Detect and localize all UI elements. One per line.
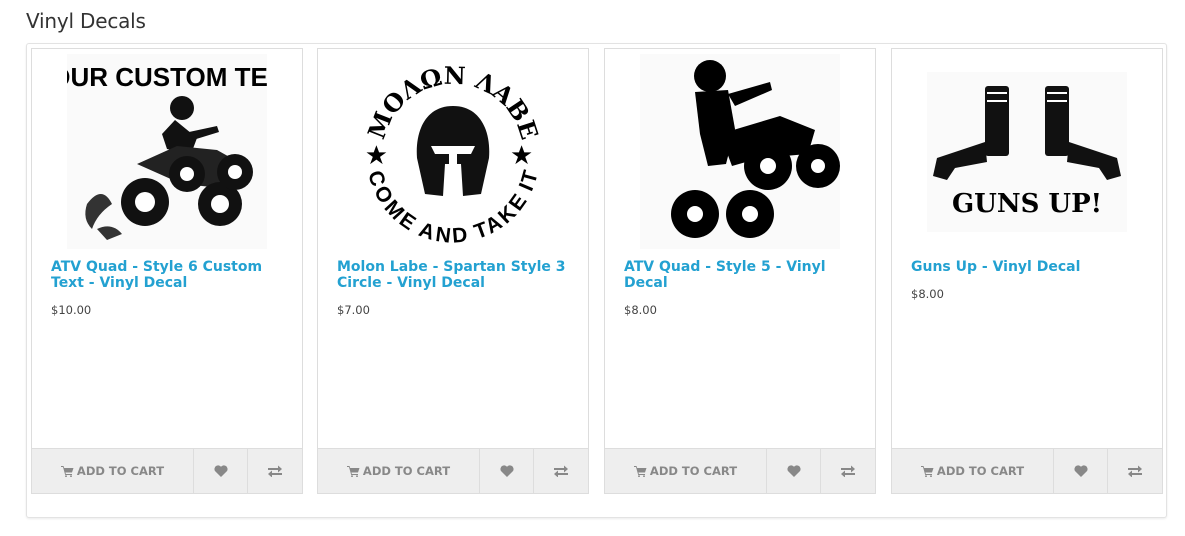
compare-button[interactable] [248, 449, 302, 493]
product-image-guns-up[interactable]: GUNS UP! [892, 49, 1162, 254]
heart-icon [1073, 465, 1088, 477]
shopping-cart-icon [346, 465, 360, 477]
product-price: $8.00 [624, 303, 657, 317]
product-actions: ADD TO CART [892, 448, 1162, 493]
atv-rider-icon: YOUR CUSTOM TEXT [67, 54, 267, 249]
product-card: ATV Quad - Style 5 - Vinyl Decal $8.00 A… [604, 48, 876, 494]
product-price: $10.00 [51, 303, 92, 317]
product-image-atv-quad-custom-text[interactable]: YOUR CUSTOM TEXT [32, 49, 302, 254]
product-actions: ADD TO CART [605, 448, 875, 493]
exchange-icon [841, 465, 855, 477]
exchange-icon [554, 465, 568, 477]
product-actions: ADD TO CART [318, 448, 588, 493]
shopping-cart-icon [60, 465, 74, 477]
product-card: ΜΟΛΩΝ ΛΑΒΕ COME AND TAKE IT Molon Labe -… [317, 48, 589, 494]
compare-button[interactable] [534, 449, 588, 493]
product-card: YOUR CUSTOM TEXT ATV Quad - Style 6 Cust… [31, 48, 303, 494]
add-to-cart-label: ADD TO CART [649, 464, 738, 478]
product-name-link[interactable]: ATV Quad - Style 6 Custom Text - Vinyl D… [51, 259, 291, 291]
add-to-wishlist-button[interactable] [767, 449, 821, 493]
add-to-cart-button[interactable]: ADD TO CART [32, 449, 194, 493]
product-price: $8.00 [911, 287, 944, 301]
svg-text:YOUR CUSTOM TEXT: YOUR CUSTOM TEXT [67, 62, 267, 92]
shopping-cart-icon [920, 465, 934, 477]
product-card: GUNS UP! Guns Up - Vinyl Decal $8.00 ADD… [891, 48, 1163, 494]
add-to-wishlist-button[interactable] [480, 449, 534, 493]
product-name-link[interactable]: ATV Quad - Style 5 - Vinyl Decal [624, 259, 864, 291]
spartan-helmet-icon: ΜΟΛΩΝ ΛΑΒΕ COME AND TAKE IT [362, 61, 545, 248]
product-actions: ADD TO CART [32, 448, 302, 493]
product-image-molon-labe[interactable]: ΜΟΛΩΝ ΛΑΒΕ COME AND TAKE IT [318, 49, 588, 254]
add-to-cart-label: ADD TO CART [362, 464, 451, 478]
heart-icon [499, 465, 514, 477]
product-name-link[interactable]: Molon Labe - Spartan Style 3 Circle - Vi… [337, 259, 577, 291]
add-to-cart-button[interactable]: ADD TO CART [318, 449, 480, 493]
compare-button[interactable] [821, 449, 875, 493]
add-to-cart-label: ADD TO CART [936, 464, 1025, 478]
product-image-atv-quad-style-5[interactable] [605, 49, 875, 254]
section-title: Vinyl Decals [26, 9, 146, 33]
atv-rider-icon [640, 54, 840, 249]
add-to-wishlist-button[interactable] [194, 449, 248, 493]
add-to-cart-button[interactable]: ADD TO CART [892, 449, 1054, 493]
product-name-link[interactable]: Guns Up - Vinyl Decal [911, 259, 1151, 275]
compare-button[interactable] [1108, 449, 1162, 493]
heart-icon [213, 465, 228, 477]
pistols-icon: GUNS UP! [927, 71, 1127, 232]
exchange-icon [1128, 465, 1142, 477]
product-price: $7.00 [337, 303, 370, 317]
add-to-wishlist-button[interactable] [1054, 449, 1108, 493]
add-to-cart-label: ADD TO CART [76, 464, 165, 478]
heart-icon [786, 465, 801, 477]
exchange-icon [268, 465, 282, 477]
svg-text:GUNS UP!: GUNS UP! [952, 189, 1102, 219]
shopping-cart-icon [633, 465, 647, 477]
add-to-cart-button[interactable]: ADD TO CART [605, 449, 767, 493]
